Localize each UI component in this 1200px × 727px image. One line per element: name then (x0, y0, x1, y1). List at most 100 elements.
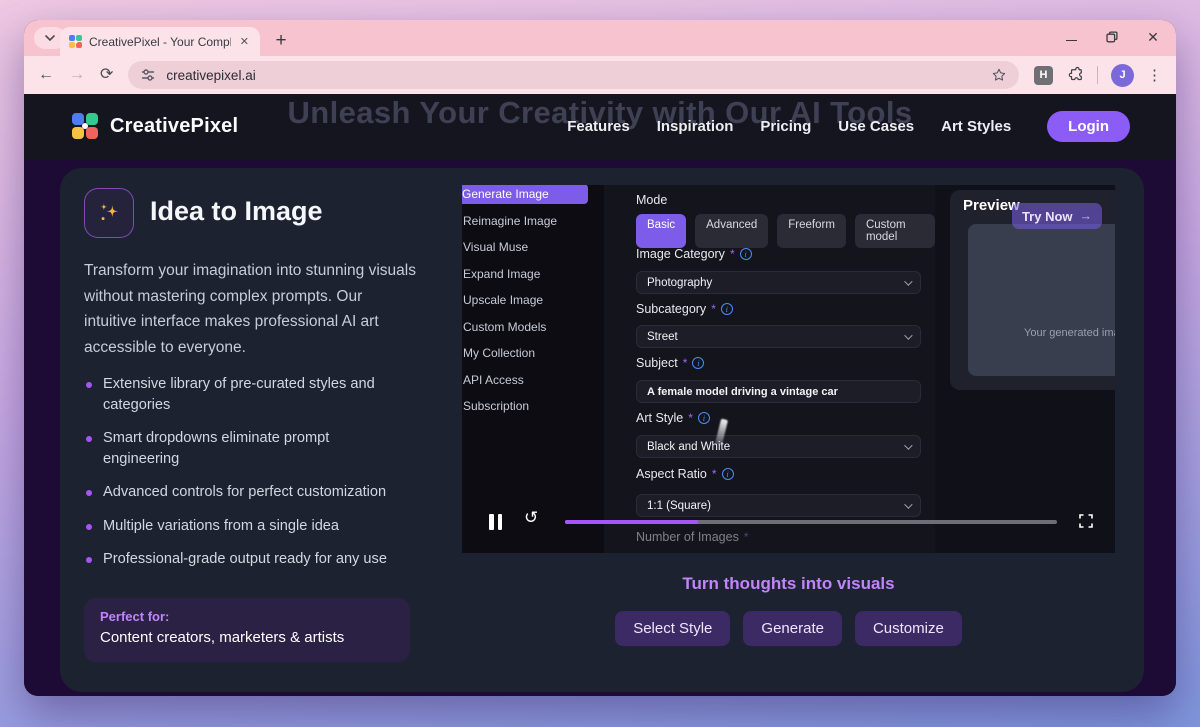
aspect-ratio-select: 1:1 (Square) (636, 494, 921, 517)
brand-name: CreativePixel (110, 115, 238, 138)
forward-icon[interactable]: → (69, 67, 85, 83)
image-category-select: Photography (636, 271, 921, 294)
cta-heading: Turn thoughts into visuals (462, 574, 1115, 594)
sidebar-item-expand-image: Expand Image (462, 261, 604, 288)
sidebar-item-visual-muse: Visual Muse (462, 234, 604, 261)
bullet-item: Extensive library of pre-curated styles … (84, 374, 404, 415)
tab-title: CreativePixel - Your Complete A (89, 35, 231, 49)
restore-button[interactable] (1105, 30, 1119, 44)
nav-art-styles[interactable]: Art Styles (941, 118, 1011, 135)
demo-preview: Preview Your generated imag (935, 185, 1115, 553)
tab-strip: CreativePixel - Your Complete A ✕ + ✕ (24, 20, 1176, 56)
logo-grid-icon (72, 113, 98, 139)
preview-placeholder-text: Your generated imag (1024, 327, 1115, 339)
browser-toolbar: ← → ⟳ creativepixel.ai H J ⋮ (24, 56, 1176, 94)
sidebar-item-my-collection: My Collection (462, 340, 604, 367)
mode-buttons: Basic Advanced Freeform Custom model (636, 214, 935, 248)
window-controls: ✕ (1064, 20, 1160, 54)
new-tab-button[interactable]: + (270, 30, 292, 52)
browser-window: CreativePixel - Your Complete A ✕ + ✕ ← … (24, 20, 1176, 696)
required-asterisk: * (711, 302, 716, 316)
profile-avatar[interactable]: J (1111, 64, 1134, 87)
generate-button[interactable]: Generate (743, 611, 842, 646)
subcategory-label: Subcategory*i (636, 302, 733, 316)
required-asterisk: * (744, 530, 749, 544)
feature-title: Idea to Image (150, 196, 323, 227)
site-header: CreativePixel Features Inspiration Prici… (72, 102, 1130, 150)
address-bar[interactable]: creativepixel.ai (128, 61, 1019, 89)
page-viewport: Unleash Your Creativity with Our AI Tool… (24, 94, 1176, 696)
nav-pricing[interactable]: Pricing (760, 118, 811, 135)
info-icon: i (698, 412, 710, 424)
video-progress-bar[interactable] (565, 520, 1057, 524)
aspect-ratio-label: Aspect Ratio*i (636, 467, 734, 481)
required-asterisk: * (730, 247, 735, 261)
sidebar-item-custom-models: Custom Models (462, 314, 604, 341)
extensions-puzzle-icon[interactable] (1066, 66, 1084, 84)
subject-input: A female model driving a vintage car (636, 380, 921, 403)
extension-h-icon[interactable]: H (1034, 66, 1053, 85)
subject-label: Subject*i (636, 356, 704, 370)
site-logo[interactable]: CreativePixel (72, 113, 238, 139)
mode-basic: Basic (636, 214, 686, 248)
mode-custom-model: Custom model (855, 214, 935, 248)
replay-button[interactable]: ↺ (524, 508, 538, 528)
favicon (69, 35, 82, 48)
nav-inspiration[interactable]: Inspiration (657, 118, 734, 135)
login-button[interactable]: Login (1047, 111, 1130, 142)
nav-use-cases[interactable]: Use Cases (838, 118, 914, 135)
bookmark-star-icon[interactable] (991, 67, 1007, 83)
browser-tab[interactable]: CreativePixel - Your Complete A ✕ (60, 27, 260, 56)
mode-advanced: Advanced (695, 214, 768, 248)
demo-sidebar: Generate Image Reimagine Image Visual Mu… (462, 185, 604, 553)
bullet-item: Professional-grade output ready for any … (84, 549, 404, 570)
bullet-item: Advanced controls for perfect customizat… (84, 482, 404, 503)
chevron-down-icon (904, 441, 912, 449)
required-asterisk: * (712, 467, 717, 481)
nav-features[interactable]: Features (567, 118, 630, 135)
browser-menu-icon[interactable]: ⋮ (1147, 66, 1162, 84)
info-icon: i (740, 248, 752, 260)
demo-form: Mode Basic Advanced Freeform Custom mode… (604, 185, 935, 553)
back-icon[interactable]: ← (38, 67, 54, 83)
try-now-button[interactable]: Try Now→ (1012, 203, 1102, 229)
feature-card: Idea to Image Transform your imagination… (60, 168, 1144, 692)
info-icon: i (722, 468, 734, 480)
minimize-button[interactable] (1064, 30, 1078, 44)
chevron-down-icon (904, 277, 912, 285)
fullscreen-icon (1079, 514, 1093, 528)
chevron-down-icon (904, 331, 912, 339)
sidebar-item-upscale-image: Upscale Image (462, 287, 604, 314)
url-text: creativepixel.ai (166, 68, 981, 83)
bullet-item: Multiple variations from a single idea (84, 516, 404, 537)
arrow-right-icon: → (1080, 209, 1093, 223)
pause-button[interactable] (489, 514, 502, 530)
perfect-for-value: Content creators, marketers & artists (100, 629, 394, 646)
customize-button[interactable]: Customize (855, 611, 962, 646)
reload-icon[interactable]: ⟳ (100, 67, 113, 83)
art-style-select: Black and White (636, 435, 921, 458)
restore-icon (1106, 31, 1118, 43)
perfect-for-box: Perfect for: Content creators, marketers… (84, 598, 410, 662)
sidebar-item-subscription: Subscription (462, 393, 604, 420)
toolbar-actions: H J ⋮ (1034, 64, 1162, 87)
feature-icon-box (84, 188, 134, 238)
sidebar-item-api-access: API Access (462, 367, 604, 394)
demo-video[interactable]: Generate Image Reimagine Image Visual Mu… (462, 185, 1115, 553)
select-style-button[interactable]: Select Style (615, 611, 730, 646)
feature-bullets: Extensive library of pre-curated styles … (84, 374, 404, 583)
art-style-label: Art Style*i (636, 411, 710, 425)
close-button[interactable]: ✕ (1146, 30, 1160, 44)
video-progress-fill (565, 520, 698, 524)
toolbar-divider (1097, 66, 1098, 84)
image-category-label: Image Category*i (636, 247, 752, 261)
subcategory-select: Street (636, 325, 921, 348)
sidebar-item-reimagine-image: Reimagine Image (462, 208, 604, 235)
tab-close-icon[interactable]: ✕ (238, 35, 251, 48)
required-asterisk: * (683, 356, 688, 370)
site-settings-icon[interactable] (140, 67, 156, 83)
cta-section: Turn thoughts into visuals Select Style … (462, 574, 1115, 646)
chevron-down-icon (45, 35, 55, 41)
fullscreen-button[interactable] (1079, 514, 1093, 533)
required-asterisk: * (688, 411, 693, 425)
